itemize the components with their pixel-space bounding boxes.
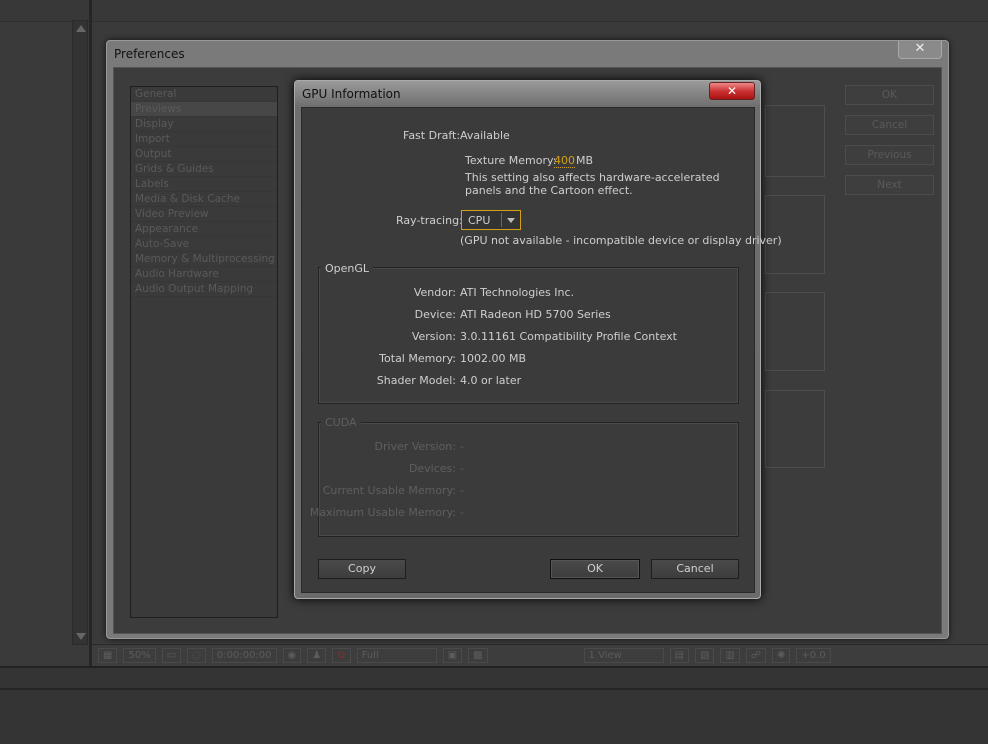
ray-tracing-value: CPU [468,214,491,227]
ray-tracing-select[interactable]: CPU [461,210,521,230]
transparency-grid-icon[interactable]: ▩ [468,648,488,663]
cuda-title: CUDA [321,416,361,429]
category-memory[interactable]: Memory & Multiprocessing [131,252,277,267]
cuda-maximum-memory-label: Maximum Usable Memory: [309,506,456,519]
opengl-device-label: Device: [414,308,456,321]
opengl-total-memory-value: 1002.00 MB [460,352,527,365]
cuda-devices-value: - [460,462,464,475]
cuda-devices-label: Devices: [408,462,456,475]
texture-memory-label: Texture Memory: [465,154,557,167]
category-audio-output-mapping[interactable]: Audio Output Mapping [131,282,277,297]
category-output[interactable]: Output [131,147,277,162]
preferences-previous-button[interactable]: Previous [845,145,934,165]
opengl-shader-model-value: 4.0 or later [460,374,522,387]
category-previews[interactable]: Previews [131,102,277,117]
scroll-up-icon[interactable] [76,25,86,32]
preferences-group-box [765,292,825,371]
cuda-current-memory-label: Current Usable Memory: [322,484,456,497]
category-audio-hardware[interactable]: Audio Hardware [131,267,277,282]
views-select[interactable]: 1 View [583,648,664,663]
fast-preview-icon[interactable]: ▧ [694,648,715,663]
resolution-select[interactable]: Full [356,648,437,663]
flowchart-icon[interactable]: ☍ [745,648,767,663]
fit-icon[interactable]: ▭ [161,648,182,663]
texture-note-line1: This setting also affects hardware-accel… [465,171,720,184]
zoom-select[interactable]: 50% [123,648,156,663]
texture-memory-unit: MB [576,154,594,167]
opengl-vendor-value: ATI Technologies Inc. [460,286,575,299]
grid-icon[interactable]: ▦ [98,648,118,663]
preferences-category-list[interactable]: General Previews Display Import Output G… [130,86,278,618]
category-import[interactable]: Import [131,132,277,147]
timeline-icon[interactable]: ▥ [720,648,740,663]
toggle-icon[interactable]: ▤ [669,648,689,663]
opengl-title: OpenGL [321,262,374,275]
texture-memory-value[interactable]: 400 [554,154,575,168]
category-grids-guides[interactable]: Grids & Guides [131,162,277,177]
preferences-next-button[interactable]: Next [845,175,934,195]
ok-button[interactable]: OK [550,559,640,579]
ray-tracing-note: (GPU not available - incompatible device… [460,234,782,247]
timecode-field[interactable]: 0:00:00:00 [211,648,277,663]
category-labels[interactable]: Labels [131,177,277,192]
category-general[interactable]: General [131,87,277,102]
mask-icon[interactable]: ◌ [187,648,206,663]
cuda-current-memory-value: - [460,484,464,497]
category-display[interactable]: Display [131,117,277,132]
gpu-dialog-close-button[interactable]: ✕ [709,82,755,100]
gpu-information-dialog: GPU Information ✕ Fast Draft: Available … [294,80,782,599]
category-video-preview[interactable]: Video Preview [131,207,277,222]
preferences-cancel-button[interactable]: Cancel [845,115,934,135]
snapshot-icon[interactable]: ◉ [282,648,302,663]
cuda-driver-version-value: - [460,440,464,453]
texture-note-line2: panels and the Cartoon effect. [465,184,633,197]
opengl-shader-model-label: Shader Model: [376,374,456,387]
ray-tracing-label: Ray-tracing: [396,214,463,227]
region-icon[interactable]: ▣ [442,648,463,663]
left-panel-scrollbar[interactable] [72,20,88,645]
preferences-group-box [765,105,825,177]
top-panel-bar [0,0,988,22]
scroll-down-icon[interactable] [76,633,86,640]
category-auto-save[interactable]: Auto-Save [131,237,277,252]
opengl-total-memory-label: Total Memory: [379,352,456,365]
preferences-group-box [765,390,825,468]
gpu-dialog-body: Fast Draft: Available Texture Memory: 40… [301,107,782,593]
bottom-panel [0,666,988,744]
category-appearance[interactable]: Appearance [131,222,277,237]
show-snapshot-icon[interactable]: ♟ [307,648,327,663]
exposure-icon[interactable]: ✺ [772,648,791,663]
opengl-version-value: 3.0.11161 Compatibility Profile Context [460,330,677,343]
color-channel-icon[interactable]: ✿ [332,648,351,663]
category-media-disk-cache[interactable]: Media & Disk Cache [131,192,277,207]
exposure-value[interactable]: +0.0 [796,648,831,663]
viewer-toolbar: ▦ 50% ▭ ◌ 0:00:00:00 ◉ ♟ ✿ Full ▣ ▩ 1 Vi… [92,644,988,666]
opengl-device-value: ATI Radeon HD 5700 Series [460,308,611,321]
cuda-maximum-memory-value: - [460,506,464,519]
fast-draft-value: Available [460,129,510,142]
cancel-button[interactable]: Cancel [651,559,739,579]
cuda-driver-version-label: Driver Version: [374,440,456,453]
panel-divider[interactable] [89,0,92,668]
opengl-vendor-label: Vendor: [413,286,456,299]
fast-draft-label: Fast Draft: [403,129,461,142]
chevron-down-icon [507,218,515,223]
opengl-version-label: Version: [411,330,456,343]
gpu-dialog-title: GPU Information [302,87,401,101]
preferences-ok-button[interactable]: OK [845,85,934,105]
preferences-title: Preferences [114,47,185,61]
copy-button[interactable]: Copy [318,559,406,579]
preferences-close-button[interactable]: ✕ [898,41,942,59]
